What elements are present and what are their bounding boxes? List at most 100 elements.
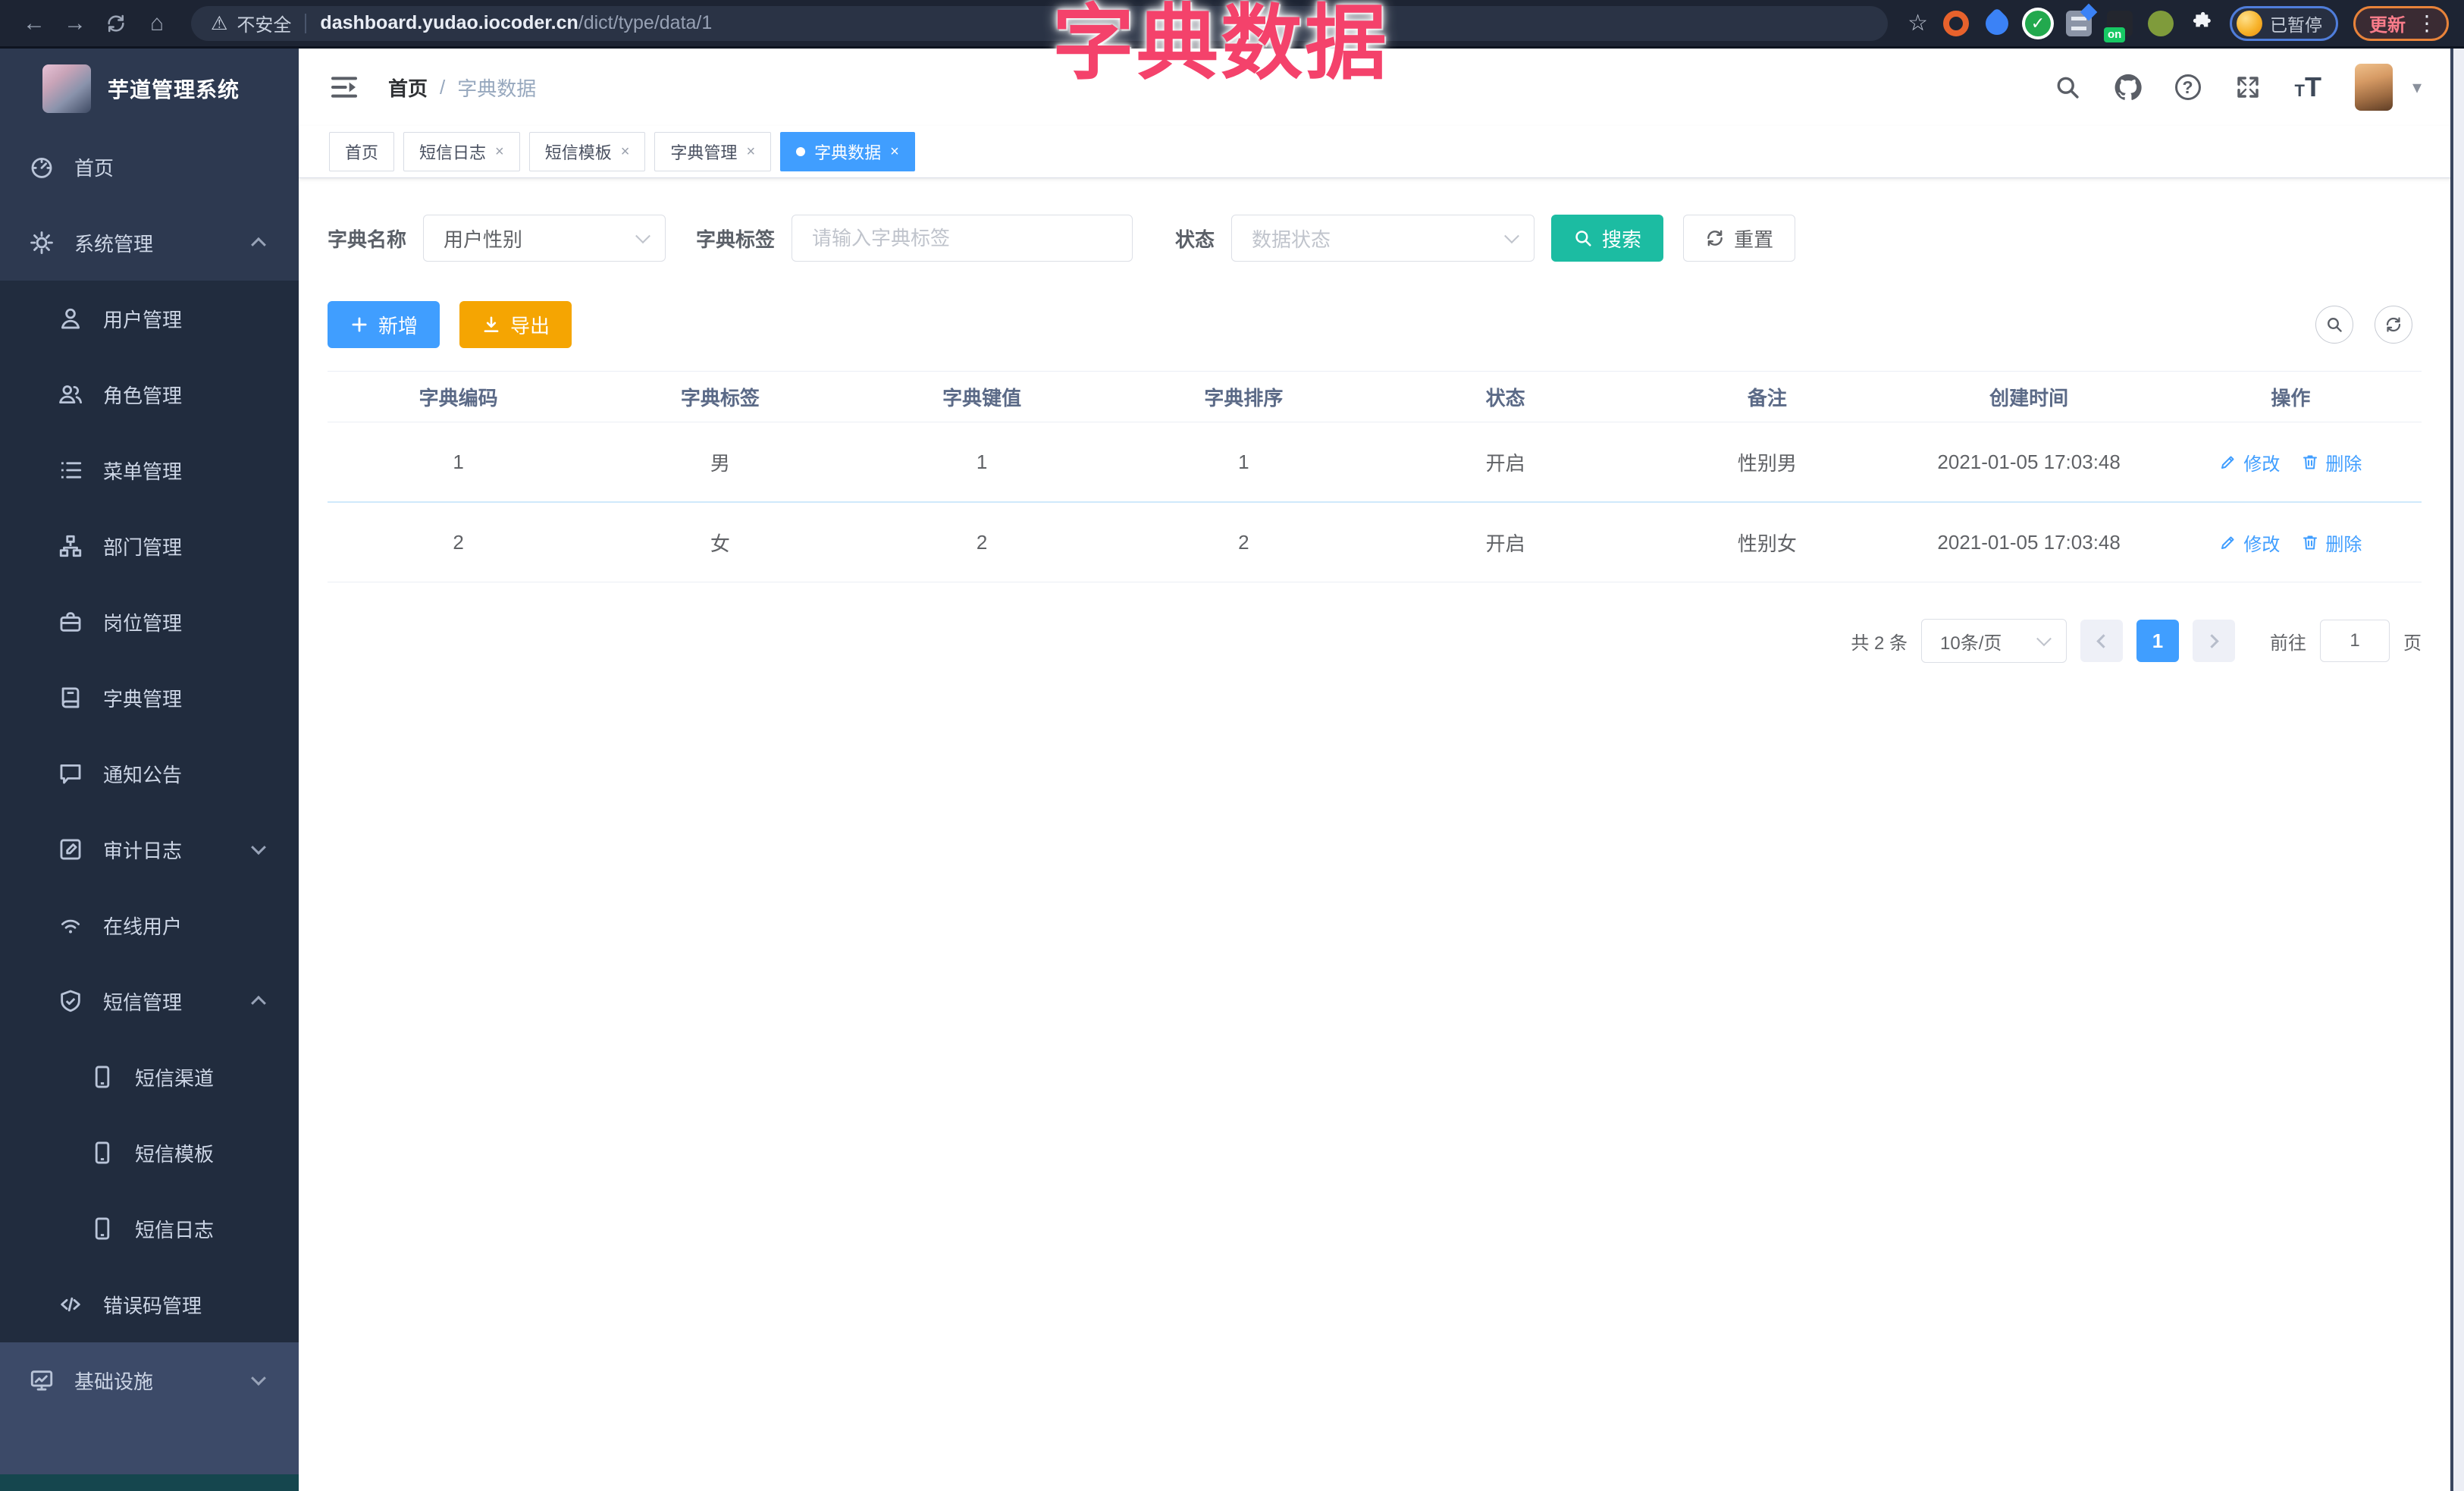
book-icon xyxy=(58,685,83,711)
prev-page-button[interactable] xyxy=(2080,620,2123,662)
sidebar-item-menus[interactable]: 菜单管理 xyxy=(0,432,299,508)
export-button[interactable]: 导出 xyxy=(459,301,572,348)
page-number-current[interactable]: 1 xyxy=(2136,620,2179,662)
back-icon[interactable]: ← xyxy=(15,5,53,42)
delete-link[interactable]: 删除 xyxy=(2301,529,2362,556)
search-icon[interactable] xyxy=(2054,74,2081,101)
hamburger-icon[interactable] xyxy=(329,72,359,102)
tab-label: 短信日志 xyxy=(419,143,487,162)
sidebar-item-errorcode[interactable]: 错误码管理 xyxy=(0,1267,299,1342)
home-icon[interactable]: ⌂ xyxy=(138,5,176,42)
browser-menu-icon[interactable]: ⋮ xyxy=(2416,11,2437,36)
browser-update-chip[interactable]: 更新 ⋮ xyxy=(2353,5,2449,41)
extensions-puzzle-icon[interactable] xyxy=(2189,11,2215,36)
sidebar-item-label: 短信日志 xyxy=(135,1218,215,1241)
status-select[interactable]: 数据状态 xyxy=(1231,215,1535,262)
user-avatar[interactable] xyxy=(2354,64,2393,111)
font-size-icon[interactable]: TT xyxy=(2295,71,2321,103)
sidebar-item-users[interactable]: 用户管理 xyxy=(0,281,299,356)
help-icon[interactable]: ? xyxy=(2174,74,2201,100)
forward-icon[interactable]: → xyxy=(56,5,94,42)
sidebar-submenu-system: 用户管理 角色管理 菜单管理 部门管理 岗位管理 字典管理 通知公告 审计日志 … xyxy=(0,281,299,1342)
page-size-select[interactable]: 10条/页 xyxy=(1921,619,2067,663)
extension-icon-orange[interactable] xyxy=(1943,10,1969,36)
url-host: dashboard.yudao.iocoder.cn xyxy=(320,12,578,33)
sidebar-item-sms[interactable]: 短信管理 xyxy=(0,963,299,1039)
bookmark-star-icon[interactable]: ☆ xyxy=(1908,10,1928,36)
reload-icon[interactable] xyxy=(97,5,135,42)
reset-button[interactable]: 重置 xyxy=(1683,215,1796,262)
tab-sms-template[interactable]: 短信模板 × xyxy=(528,132,646,171)
tab-dict-data[interactable]: 字典数据 × xyxy=(780,132,915,171)
fullscreen-icon[interactable] xyxy=(2234,74,2262,101)
add-button[interactable]: 新增 xyxy=(328,301,440,348)
cell-value: 2 xyxy=(976,530,988,554)
sidebar-item-system[interactable]: 系统管理 xyxy=(0,205,299,281)
github-icon[interactable] xyxy=(2114,74,2142,101)
sidebar-item-notice[interactable]: 通知公告 xyxy=(0,736,299,811)
dict-name-select[interactable]: 用户性别 xyxy=(423,215,666,262)
navbar-actions: ? TT ▾ xyxy=(2054,64,2422,111)
sidebar-item-sms-channel[interactable]: 短信渠道 xyxy=(0,1039,299,1115)
sidebar-item-label: 短信管理 xyxy=(103,990,183,1014)
code-icon xyxy=(58,1292,83,1317)
sidebar-item-sms-log[interactable]: 短信日志 xyxy=(0,1191,299,1267)
sidebar-item-label: 在线用户 xyxy=(103,915,183,938)
edit-link[interactable]: 修改 xyxy=(2219,449,2280,476)
tab-sms-log[interactable]: 短信日志 × xyxy=(403,132,520,171)
sidebar-item-online-users[interactable]: 在线用户 xyxy=(0,887,299,963)
search-button[interactable]: 搜索 xyxy=(1551,215,1664,262)
next-page-button[interactable] xyxy=(2193,620,2235,662)
goto-page-input[interactable] xyxy=(2320,620,2390,662)
sidebar-item-infra[interactable]: 基础设施 xyxy=(0,1342,299,1418)
extension-icon-olive[interactable] xyxy=(2148,10,2174,36)
dict-label-input[interactable] xyxy=(792,215,1133,262)
extension-icon-bars[interactable] xyxy=(2066,3,2098,36)
sidebar-item-sms-template[interactable]: 短信模板 xyxy=(0,1115,299,1191)
tab-label: 短信模板 xyxy=(544,143,612,162)
user-icon xyxy=(58,306,83,331)
monitor-chart-icon xyxy=(29,1367,55,1393)
browser-profile-chip[interactable]: 已暂停 xyxy=(2230,5,2338,41)
delete-link[interactable]: 删除 xyxy=(2301,449,2362,476)
sidebar-item-audit-log[interactable]: 审计日志 xyxy=(0,811,299,887)
refresh-table-button[interactable] xyxy=(2375,306,2412,344)
sidebar-item-label: 用户管理 xyxy=(103,308,183,331)
close-icon[interactable]: × xyxy=(890,144,899,159)
close-icon[interactable]: × xyxy=(495,144,504,159)
tab-dict-manage[interactable]: 字典管理 × xyxy=(654,132,772,171)
sidebar-item-label: 错误码管理 xyxy=(103,1294,202,1317)
page-unit-label: 页 xyxy=(2403,632,2422,654)
chevron-down-icon xyxy=(635,228,650,244)
window-scrollbar[interactable] xyxy=(2453,49,2464,1491)
sidebar-bottom-section: 基础设施 xyxy=(0,1342,299,1474)
table-header-row: 字典编码 字典标签 字典键值 字典排序 状态 备注 创建时间 操作 xyxy=(328,372,2422,422)
close-icon[interactable]: × xyxy=(621,144,630,159)
sidebar-item-roles[interactable]: 角色管理 xyxy=(0,356,299,432)
cell-code: 2 xyxy=(453,530,464,554)
extension-icon-on[interactable]: on xyxy=(2104,10,2133,42)
extension-icon-blue-kite[interactable] xyxy=(1980,7,2014,39)
sidebar-logo[interactable]: 芋道管理系统 xyxy=(0,49,299,129)
edit-icon xyxy=(2219,533,2237,551)
address-bar[interactable]: ⚠ 不安全 dashboard.yudao.iocoder.cn/dict/ty… xyxy=(191,5,1889,41)
tags-view-bar: 首页 短信日志 × 短信模板 × 字典管理 × 字典数据 × xyxy=(299,126,2464,178)
update-button[interactable]: 更新 xyxy=(2369,10,2406,36)
avatar-caret-icon[interactable]: ▾ xyxy=(2412,77,2422,99)
security-label[interactable]: 不安全 xyxy=(237,10,291,36)
breadcrumb-home[interactable]: 首页 xyxy=(388,74,428,102)
log-icon xyxy=(58,837,83,862)
table-row[interactable]: 2 女 2 2 开启 性别女 2021-01-05 17:03:48 修改 删除 xyxy=(328,503,2422,582)
close-icon[interactable]: × xyxy=(746,144,755,159)
sidebar-item-home[interactable]: 首页 xyxy=(0,129,299,205)
table-row[interactable]: 1 男 1 1 开启 性别男 2021-01-05 17:03:48 修改 删除 xyxy=(328,422,2422,503)
col-header: 字典标签 xyxy=(680,386,760,410)
extension-icon-green-check[interactable]: ✓ xyxy=(2025,10,2051,36)
toggle-search-button[interactable] xyxy=(2315,306,2353,344)
dict-label-label: 字典标签 xyxy=(696,228,776,251)
sidebar-item-dict[interactable]: 字典管理 xyxy=(0,660,299,736)
edit-link[interactable]: 修改 xyxy=(2219,529,2280,556)
tab-home[interactable]: 首页 xyxy=(329,132,395,171)
sidebar-item-departments[interactable]: 部门管理 xyxy=(0,508,299,584)
sidebar-item-posts[interactable]: 岗位管理 xyxy=(0,584,299,660)
